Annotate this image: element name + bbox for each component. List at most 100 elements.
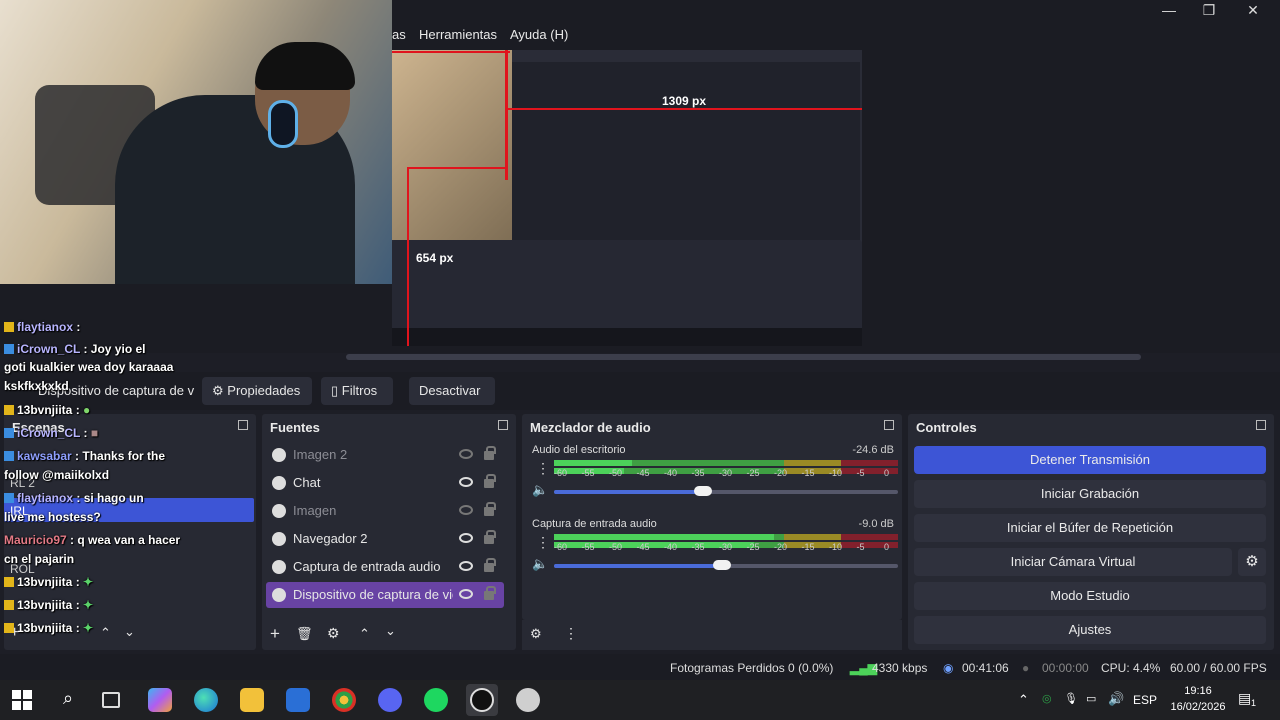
headset-icon	[268, 100, 298, 148]
deactivate-button[interactable]: Desactivar	[409, 377, 495, 405]
search-icon[interactable]: ⌕	[56, 688, 80, 712]
scale-tick: -10	[829, 542, 843, 552]
gear-icon[interactable]: ⚙	[327, 625, 340, 642]
source-row[interactable]: Dispositivo de captura de vid	[266, 582, 504, 608]
scale-tick: -25	[746, 468, 760, 478]
eye-hidden-icon[interactable]	[459, 449, 473, 459]
eye-icon[interactable]	[459, 477, 473, 487]
virtual-camera-settings-icon[interactable]: ⚙	[1238, 548, 1266, 576]
advanced-audio-icon[interactable]: ⚙	[530, 626, 542, 642]
source-row[interactable]: Chat	[266, 470, 504, 496]
microsoft-store-icon[interactable]	[286, 688, 310, 712]
lock-icon[interactable]	[484, 502, 496, 516]
move-up-icon[interactable]: ⌃	[359, 626, 370, 642]
add-source-icon[interactable]: +	[270, 624, 280, 644]
menu-item-help[interactable]: Ayuda (H)	[510, 27, 568, 42]
dropped-frames: Fotogramas Perdidos 0 (0.0%)	[670, 661, 834, 675]
start-replay-buffer-button[interactable]: Iniciar el Búfer de Repetición	[914, 514, 1266, 542]
volume-icon[interactable]: 🔊	[1108, 691, 1124, 707]
image-icon	[272, 448, 286, 462]
preview-nested-obs	[512, 62, 860, 240]
mixer-channel-db: -24.6 dB	[852, 444, 894, 456]
clock-time[interactable]: 19:16	[1168, 685, 1228, 697]
language-indicator[interactable]: ESP	[1133, 693, 1157, 707]
close-button[interactable]: ✕	[1230, 0, 1276, 22]
app-icon[interactable]	[516, 688, 540, 712]
eye-hidden-icon[interactable]	[459, 505, 473, 515]
scale-tick: -35	[691, 468, 705, 478]
chat-user: 13bvnjiita	[17, 575, 73, 589]
spotify-icon[interactable]	[424, 688, 448, 712]
preview-webcam-thumb	[392, 50, 512, 240]
settings-button[interactable]: Ajustes	[914, 616, 1266, 644]
dock-popout-icon[interactable]	[498, 420, 508, 430]
clock-date[interactable]: 16/02/2026	[1164, 701, 1232, 713]
filter-icon: ▯	[331, 383, 339, 398]
discord-icon[interactable]	[378, 688, 402, 712]
chat-text: :	[83, 426, 88, 440]
preview-guide-vertical	[505, 50, 508, 180]
preview-guide-top	[392, 51, 510, 53]
channel-menu-icon[interactable]: ⋮	[536, 534, 550, 551]
chat-text: cn el pajarin	[4, 552, 75, 566]
file-explorer-icon[interactable]	[240, 688, 264, 712]
menu-item-tools[interactable]: Herramientas	[419, 27, 497, 42]
more-options-icon[interactable]: ⋮	[564, 625, 578, 642]
emote-icon: ✦	[83, 598, 94, 612]
speaker-icon[interactable]: 🔈	[532, 482, 548, 498]
eye-icon[interactable]	[459, 561, 473, 571]
windows-start-icon[interactable]	[12, 690, 32, 710]
chat-text: follow @maiikolxd	[4, 468, 110, 482]
network-icon[interactable]: ▭	[1086, 692, 1096, 705]
chat-text: live me hostess?	[4, 510, 101, 524]
volume-knob[interactable]	[713, 560, 731, 570]
source-row[interactable]: Captura de entrada audio	[266, 554, 504, 580]
filters-button[interactable]: ▯ Filtros	[321, 377, 393, 405]
tray-app-icon[interactable]: ◎	[1042, 692, 1052, 705]
copilot-icon[interactable]	[148, 688, 172, 712]
speaker-icon[interactable]: 🔈	[532, 556, 548, 572]
preview-scrollbar[interactable]	[346, 354, 1141, 360]
move-down-icon[interactable]: ⌄	[385, 623, 396, 639]
microphone-icon[interactable]: 🎙	[1064, 692, 1078, 705]
start-virtual-camera-button[interactable]: Iniciar Cámara Virtual	[914, 548, 1232, 576]
live-icon: ◉	[943, 661, 954, 675]
preview-canvas[interactable]: 1309 px 654 px	[392, 50, 862, 346]
restore-button[interactable]: ❐	[1186, 0, 1232, 22]
webcam-overlay	[0, 0, 392, 284]
source-row[interactable]: Imagen 2	[266, 442, 504, 468]
task-view-icon[interactable]	[102, 692, 120, 708]
lock-icon[interactable]	[484, 446, 496, 460]
lock-icon[interactable]	[484, 558, 496, 572]
studio-mode-button[interactable]: Modo Estudio	[914, 582, 1266, 610]
notification-icon[interactable]: ▤	[1238, 690, 1251, 707]
source-row[interactable]: Imagen	[266, 498, 504, 524]
dock-popout-icon[interactable]	[1256, 420, 1266, 430]
badge-icon	[4, 428, 14, 438]
chat-text: :	[75, 403, 80, 417]
start-recording-button[interactable]: Iniciar Grabación	[914, 480, 1266, 508]
chrome-icon[interactable]	[332, 688, 356, 712]
obs-icon[interactable]	[470, 688, 494, 712]
menu-item-partial[interactable]: as	[392, 27, 406, 42]
eye-icon[interactable]	[459, 589, 473, 599]
chevron-up-icon[interactable]: ⌃	[1018, 692, 1029, 708]
source-row[interactable]: Navegador 2	[266, 526, 504, 552]
lock-icon[interactable]	[484, 586, 496, 600]
sources-dock: Fuentes Imagen 2 Chat Imagen Navegador 2 Cap…	[262, 414, 516, 650]
channel-menu-icon[interactable]: ⋮	[536, 460, 550, 477]
edge-icon[interactable]	[194, 688, 218, 712]
volume-knob[interactable]	[694, 486, 712, 496]
chat-text: kskfkxkxkd	[4, 379, 69, 393]
browser-icon	[272, 476, 286, 490]
lock-icon[interactable]	[484, 530, 496, 544]
trash-icon[interactable]: 🗑	[296, 626, 313, 642]
width-measure-label: 1309 px	[662, 94, 707, 108]
lock-icon[interactable]	[484, 474, 496, 488]
browser-icon	[272, 532, 286, 546]
badge-icon	[4, 577, 14, 587]
eye-icon[interactable]	[459, 533, 473, 543]
dock-popout-icon[interactable]	[884, 420, 894, 430]
scale-tick: -40	[664, 542, 678, 552]
stop-streaming-button[interactable]: Detener Transmisión	[914, 446, 1266, 474]
